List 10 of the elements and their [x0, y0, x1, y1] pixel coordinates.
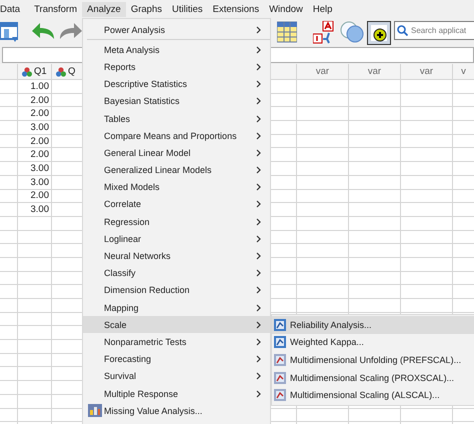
- table-cell: 2.00: [18, 134, 52, 148]
- table-cell: 2.00: [18, 148, 52, 162]
- table-cell: 3.00: [18, 162, 52, 176]
- table-cell: 2.00: [18, 94, 52, 108]
- table-cell: 3.00: [18, 121, 52, 135]
- table-cell: 1.00: [18, 80, 52, 94]
- table-cell: 2.00: [18, 190, 52, 204]
- table-cell: 2.00: [18, 107, 52, 122]
- table-cell: 3.00: [18, 176, 52, 190]
- table-cell: 3.00: [18, 203, 52, 217]
